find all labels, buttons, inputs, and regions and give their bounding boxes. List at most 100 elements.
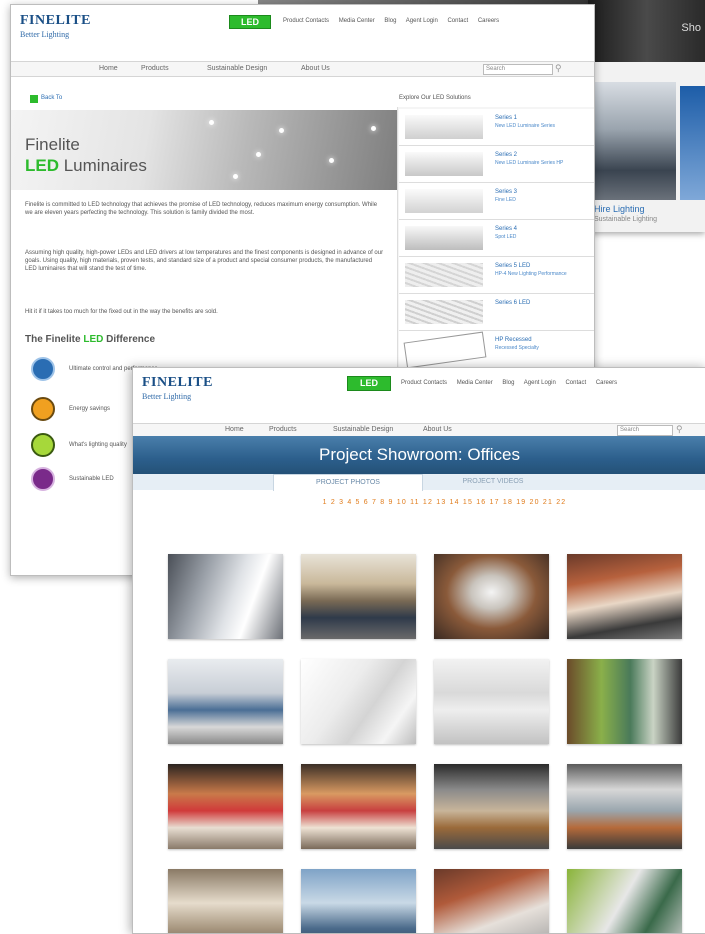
nav-sustainable-design[interactable]: Sustainable Design <box>333 426 393 433</box>
product-name[interactable]: Series 6 LED <box>495 300 530 306</box>
project-photo[interactable] <box>434 554 549 639</box>
photo-caption-sub: Sustainable Lighting <box>594 216 658 223</box>
top-link[interactable]: Agent Login <box>406 18 438 24</box>
search-icon[interactable]: ⚲ <box>676 424 683 435</box>
photo-caption[interactable]: Hire Lighting <box>594 204 645 214</box>
hero-led-word: LED <box>25 156 59 175</box>
difference-heading-a: The Finelite <box>25 334 84 345</box>
project-photo[interactable] <box>301 659 416 744</box>
header-text: Sho <box>681 22 701 34</box>
tab-project-videos[interactable]: PROJECT VIDEOS <box>423 474 563 490</box>
hero-title-line1: Finelite <box>25 135 80 154</box>
note-paragraph: Hit it if it takes too much for the fixe… <box>25 309 218 315</box>
tab-project-photos[interactable]: PROJECT PHOTOS <box>273 474 423 491</box>
product-thumb <box>405 300 483 324</box>
nav-about-us[interactable]: About Us <box>301 65 330 72</box>
project-photo[interactable] <box>567 659 682 744</box>
product-thumb <box>405 226 483 250</box>
top-links: Product Contacts Media Center Blog Agent… <box>401 380 625 386</box>
product-row[interactable]: HP Recessed Recessed Specialty <box>399 331 594 369</box>
product-thumb <box>405 115 483 139</box>
product-row[interactable]: Series 3 Fine LED <box>399 183 594 220</box>
quality-icon <box>31 433 55 457</box>
control-icon <box>31 357 55 381</box>
nav-products[interactable]: Products <box>141 65 169 72</box>
project-photo[interactable] <box>434 659 549 744</box>
finelite-logo[interactable]: FINELITE <box>20 13 91 29</box>
project-photo[interactable] <box>567 554 682 639</box>
nav-sustainable-design[interactable]: Sustainable Design <box>207 65 267 72</box>
product-row[interactable]: Series 1 New LED Luminaire Series <box>399 109 594 146</box>
product-name[interactable]: Series 3 <box>495 189 517 195</box>
breadcrumb[interactable]: Back To <box>41 95 62 101</box>
product-name[interactable]: Series 1 <box>495 115 517 121</box>
led-badge[interactable]: LED <box>347 376 391 391</box>
search-input[interactable]: Search <box>617 425 673 436</box>
quality-paragraph: Assuming high quality, high-power LEDs a… <box>25 250 384 272</box>
product-name[interactable]: HP Recessed <box>495 337 532 343</box>
difference-heading-led: LED <box>83 334 104 345</box>
project-photo-2[interactable] <box>680 86 705 200</box>
project-photo[interactable] <box>567 869 682 933</box>
project-photo[interactable] <box>168 764 283 849</box>
top-links: Product Contacts Media Center Blog Agent… <box>283 18 507 24</box>
difference-heading: The Finelite LED Difference <box>25 334 155 345</box>
top-link[interactable]: Careers <box>596 380 617 386</box>
product-row[interactable]: Series 6 LED <box>399 294 594 331</box>
top-link[interactable]: Careers <box>478 18 499 24</box>
project-photo[interactable] <box>168 869 283 933</box>
difference-item: Sustainable LED <box>69 476 114 482</box>
product-desc: Fine LED <box>495 197 516 203</box>
project-photo[interactable] <box>301 869 416 933</box>
top-link[interactable]: Agent Login <box>524 380 556 386</box>
product-row[interactable]: Series 5 LED HP-4 New Lighting Performan… <box>399 257 594 294</box>
top-link[interactable]: Product Contacts <box>283 18 329 24</box>
nav-home[interactable]: Home <box>99 65 118 72</box>
screenshot-right: Sho Hire Lighting Sustainable Lighting <box>588 0 705 232</box>
top-link[interactable]: Blog <box>502 380 514 386</box>
project-photo[interactable] <box>301 764 416 849</box>
project-photo[interactable] <box>168 659 283 744</box>
intro-paragraph: Finelite is committed to LED technology … <box>25 202 378 216</box>
product-desc: Spot LED <box>495 234 517 240</box>
pagination[interactable]: 1 2 3 4 5 6 7 8 9 10 11 12 13 14 15 16 1… <box>263 499 626 506</box>
top-link[interactable]: Blog <box>384 18 396 24</box>
page-title-banner: Project Showroom: Offices <box>133 436 705 474</box>
hero-title-line2: LED Luminaires <box>25 156 147 176</box>
top-link[interactable]: Product Contacts <box>401 380 447 386</box>
nav-about-us[interactable]: About Us <box>423 426 452 433</box>
project-photo[interactable] <box>434 764 549 849</box>
led-badge[interactable]: LED <box>229 15 271 29</box>
nav-products[interactable]: Products <box>269 426 297 433</box>
main-nav: Home Products Sustainable Design About U… <box>11 61 594 77</box>
top-link[interactable]: Media Center <box>339 18 375 24</box>
project-photo[interactable] <box>567 764 682 849</box>
top-link[interactable]: Contact <box>447 18 468 24</box>
light-dot <box>256 152 261 157</box>
project-photo[interactable] <box>434 869 549 933</box>
sidebar-title: Explore Our LED Solutions <box>399 95 471 101</box>
product-thumb <box>403 331 487 369</box>
search-icon[interactable]: ⚲ <box>555 63 562 74</box>
product-name[interactable]: Series 4 <box>495 226 517 232</box>
product-thumb <box>405 263 483 287</box>
sustainable-icon <box>31 467 55 491</box>
product-desc: New LED Luminaire Series HP <box>495 160 564 166</box>
product-row[interactable]: Series 4 Spot LED <box>399 220 594 257</box>
product-name[interactable]: Series 5 LED <box>495 263 530 269</box>
nav-home[interactable]: Home <box>225 426 244 433</box>
logo-tagline: Better Lighting <box>142 392 192 401</box>
top-link[interactable]: Contact <box>565 380 586 386</box>
top-link[interactable]: Media Center <box>457 380 493 386</box>
difference-heading-c: Difference <box>103 334 156 345</box>
project-photo[interactable] <box>301 554 416 639</box>
light-dot <box>371 126 376 131</box>
search-input[interactable]: Search <box>483 64 553 75</box>
product-row[interactable]: Series 2 New LED Luminaire Series HP <box>399 146 594 183</box>
finelite-logo[interactable]: FINELITE <box>142 375 213 391</box>
project-photo[interactable] <box>168 554 283 639</box>
product-name[interactable]: Series 2 <box>495 152 517 158</box>
product-thumb <box>405 189 483 213</box>
project-photo[interactable] <box>594 82 676 200</box>
back-arrow-icon[interactable] <box>30 95 38 103</box>
